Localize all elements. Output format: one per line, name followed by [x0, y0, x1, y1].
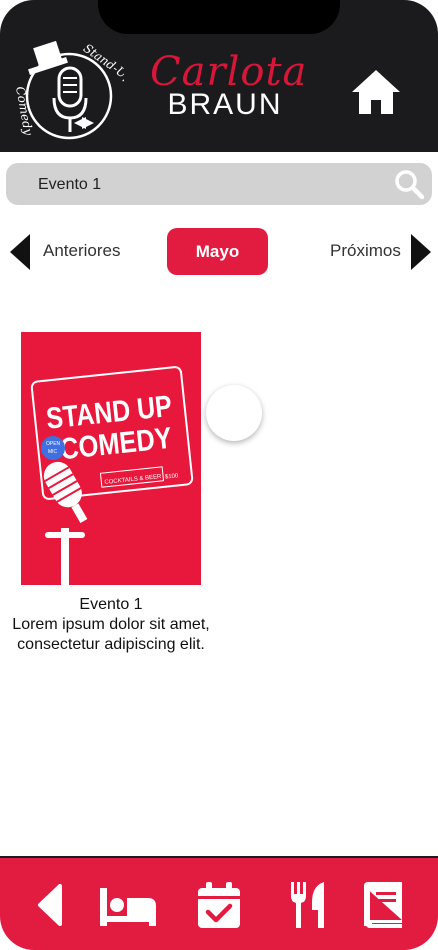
chevron-right-icon: [411, 234, 431, 270]
bottom-navigation: [0, 856, 438, 950]
app-header: Stand-Up Comedy Carlota BRAUN: [0, 0, 438, 152]
brand-script: Carlota: [150, 49, 308, 95]
next-month-button[interactable]: Próximos: [325, 234, 435, 270]
event-card-text: Evento 1 Lorem ipsum dolor sit amet, con…: [10, 595, 212, 655]
search-icon[interactable]: [394, 169, 424, 199]
logo-top-text: Stand-Up: [81, 41, 124, 86]
bed-icon[interactable]: [98, 880, 158, 930]
poster-badge-line2: MIC: [48, 449, 58, 455]
stand-up-comedy-logo: Stand-Up Comedy: [14, 40, 124, 140]
search-bar: [6, 163, 432, 207]
stand-up-comedy-poster: STAND UP COMEDY OPEN MIC COCKTAILS & BEE…: [21, 332, 201, 585]
poster-badge-line1: OPEN: [46, 441, 61, 447]
device-notch: [98, 0, 340, 34]
next-label: Próximos: [330, 241, 401, 260]
search-input[interactable]: [36, 163, 370, 207]
app-screen: Stand-Up Comedy Carlota BRAUN Anteriores…: [0, 0, 438, 950]
event-title: Evento 1: [79, 596, 143, 613]
chevron-left-icon: [10, 234, 30, 270]
brand-logo: Carlota BRAUN: [150, 49, 308, 132]
back-icon[interactable]: [36, 880, 64, 930]
event-description: Lorem ipsum dolor sit amet, consectetur …: [12, 616, 210, 653]
book-icon[interactable]: [362, 880, 404, 930]
brand-name: BRAUN: [167, 88, 283, 121]
carousel-handle[interactable]: [206, 385, 262, 441]
logo-side-text: Comedy: [14, 85, 35, 136]
home-icon[interactable]: [350, 66, 402, 118]
current-month-button[interactable]: Mayo: [167, 228, 268, 275]
previous-month-button[interactable]: Anteriores: [10, 234, 130, 270]
previous-label: Anteriores: [43, 241, 121, 260]
calendar-check-icon[interactable]: [196, 880, 242, 930]
event-poster[interactable]: STAND UP COMEDY OPEN MIC COCKTAILS & BEE…: [21, 332, 201, 585]
utensils-icon[interactable]: [288, 880, 328, 930]
